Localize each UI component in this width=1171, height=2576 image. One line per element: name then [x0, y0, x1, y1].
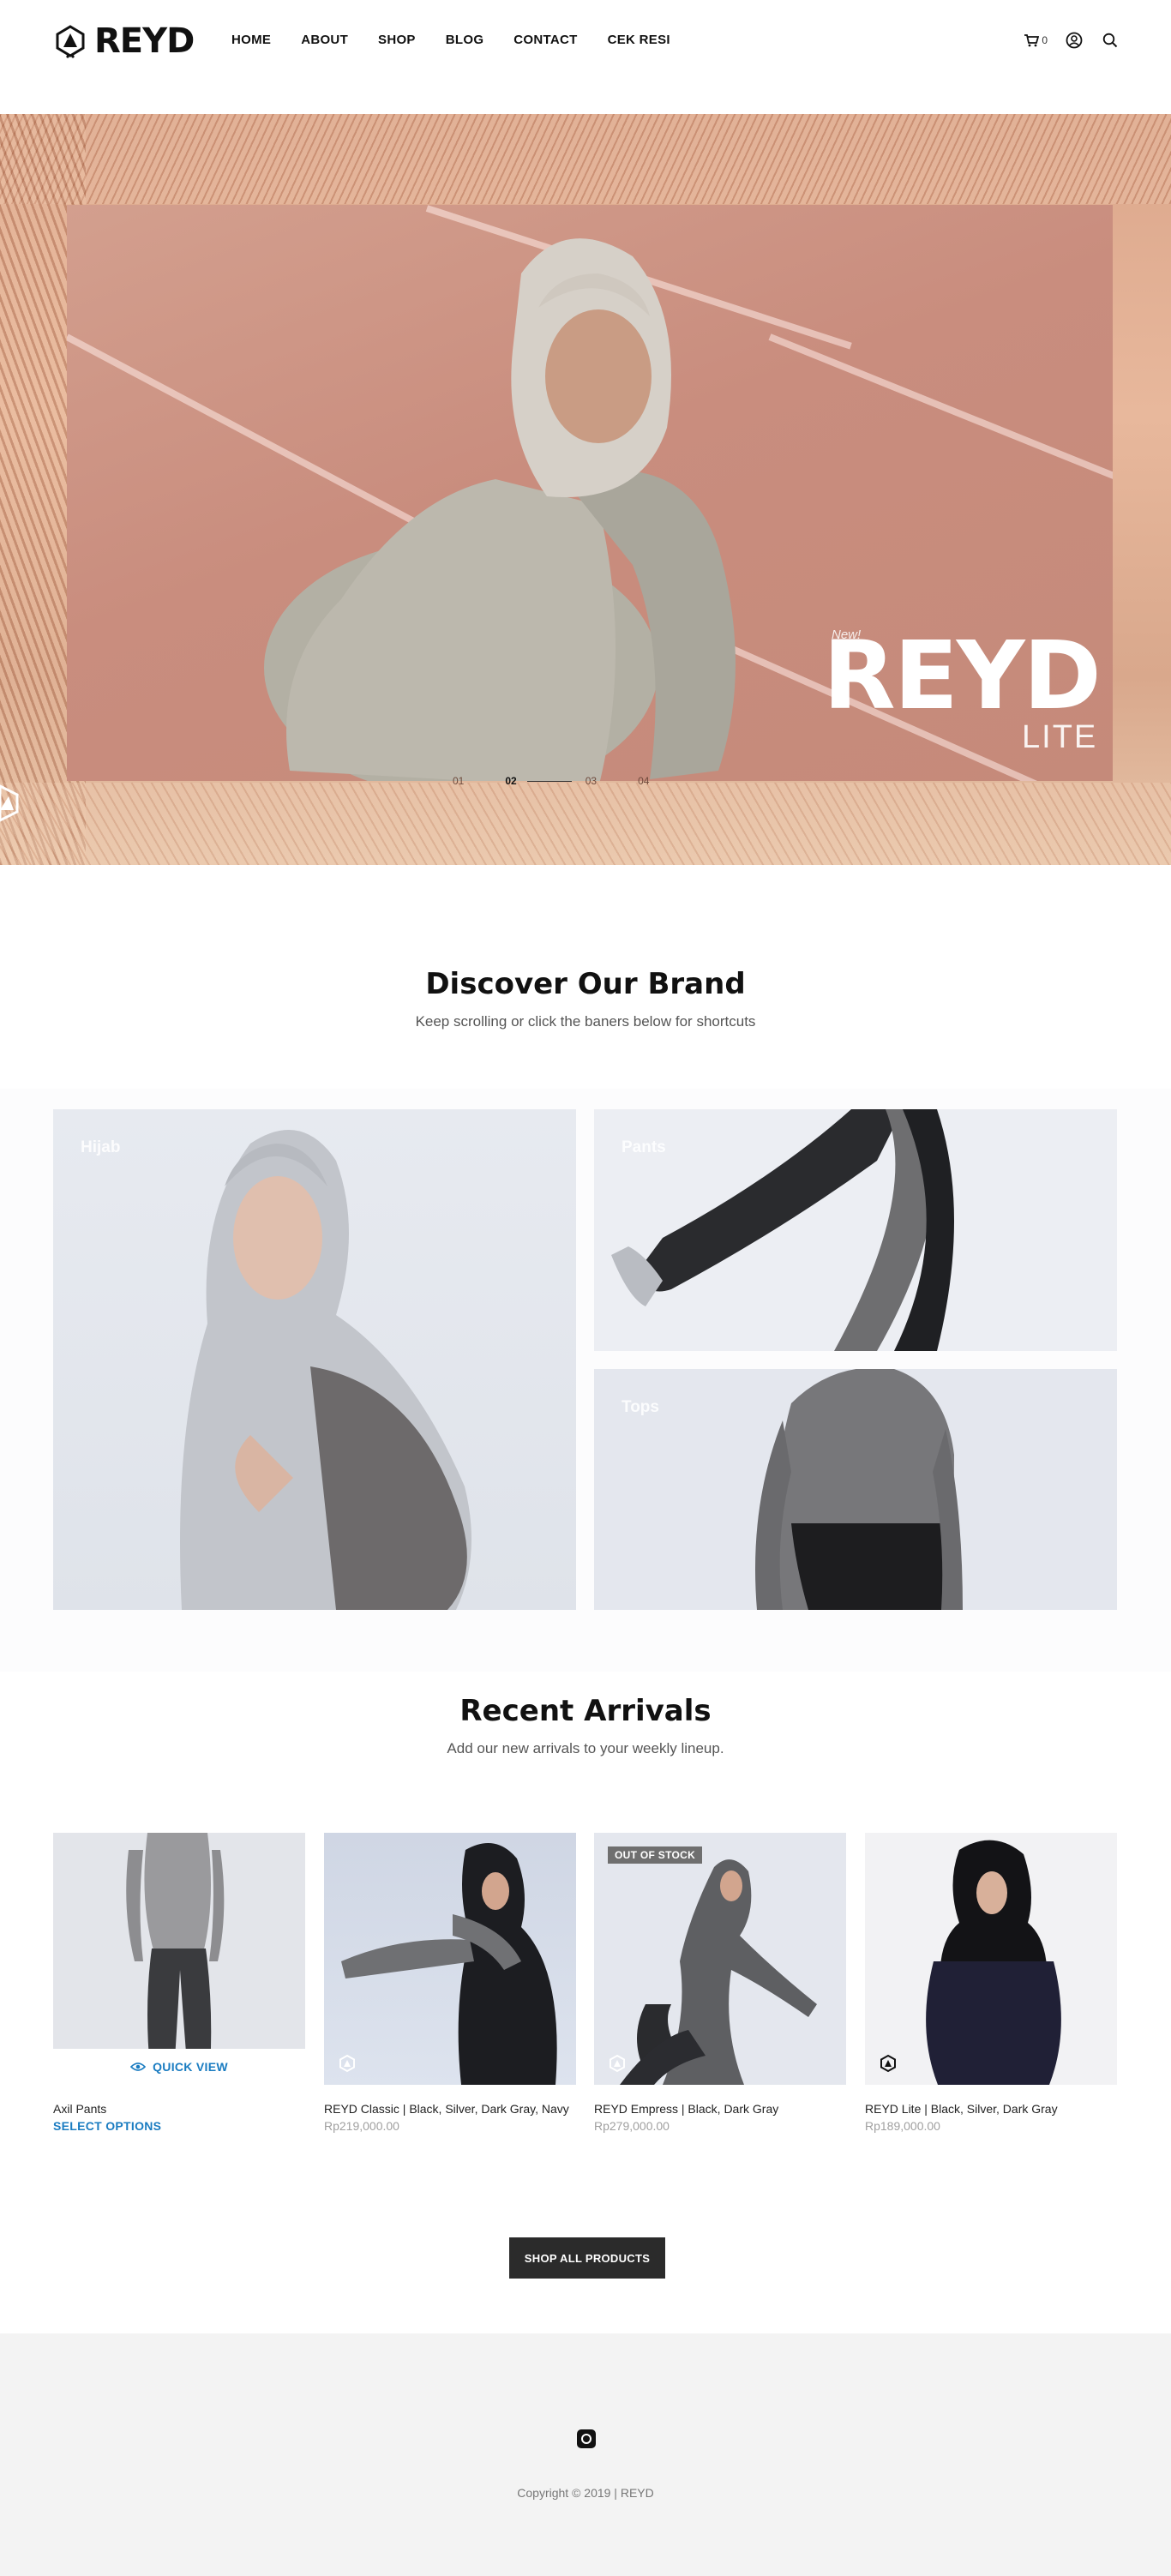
- copyright-text: Copyright © 2019 | REYD: [517, 2486, 654, 2500]
- hero-slider[interactable]: New! REYD LITE 01 02 03 04: [0, 114, 1171, 865]
- athlete-figure: [264, 238, 736, 781]
- nav-contact[interactable]: CONTACT: [513, 33, 577, 47]
- slide-dot-2[interactable]: 02: [505, 775, 516, 787]
- product-price: Rp279,000.00: [594, 2119, 670, 2133]
- product-image[interactable]: [324, 1833, 576, 2085]
- reyd-empress-image: [620, 1859, 817, 2085]
- eye-icon: [130, 2063, 147, 2071]
- nav-blog[interactable]: BLOG: [446, 33, 484, 47]
- product-image[interactable]: QUICK VIEW: [53, 1833, 305, 2085]
- category-tile-pants[interactable]: Pants: [594, 1109, 1117, 1351]
- product-card[interactable]: REYD Classic | Black, Silver, Dark Gray,…: [324, 1833, 576, 2135]
- discover-title: Discover Our Brand: [425, 967, 746, 1001]
- account-button[interactable]: [1065, 31, 1084, 50]
- slide-progress-line: [526, 780, 572, 782]
- slide-dot-4[interactable]: 04: [638, 775, 649, 787]
- tile-label-hijab: Hijab: [81, 1138, 121, 1156]
- tile-label-pants: Pants: [622, 1138, 666, 1156]
- hexagon-badge-icon: [0, 784, 19, 822]
- category-tile-tops[interactable]: Tops: [594, 1369, 1117, 1610]
- slider-pagination: 01 02 03 04: [453, 775, 690, 787]
- reyd-logo-icon: [56, 25, 85, 58]
- product-name[interactable]: Axil Pants: [53, 2100, 305, 2117]
- hero-line: LITE: [1022, 719, 1098, 755]
- site-logo[interactable]: REYD: [53, 21, 195, 61]
- reyd-lite-image: [926, 1840, 1061, 2085]
- cart-button[interactable]: 0: [1024, 31, 1048, 50]
- tops-model-image: [755, 1369, 963, 1610]
- account-icon: [1066, 32, 1083, 49]
- quick-view-button[interactable]: QUICK VIEW: [53, 2049, 305, 2085]
- slide-dot-1[interactable]: 01: [453, 775, 464, 787]
- quick-view-label: QUICK VIEW: [153, 2060, 228, 2074]
- tile-label-tops: Tops: [622, 1398, 659, 1416]
- product-card[interactable]: REYD Lite | Black, Silver, Dark Gray Rp1…: [865, 1833, 1117, 2135]
- search-icon: [1102, 33, 1118, 48]
- category-tile-hijab[interactable]: Hijab: [53, 1109, 576, 1610]
- hero-grass-decor: [0, 114, 1171, 204]
- product-price: Rp219,000.00: [324, 2119, 399, 2133]
- hijab-model-image: [180, 1130, 471, 1610]
- instagram-icon[interactable]: [577, 2429, 596, 2448]
- slide-dot-3[interactable]: 03: [586, 775, 597, 787]
- product-name[interactable]: REYD Classic | Black, Silver, Dark Gray,…: [324, 2100, 576, 2117]
- product-image[interactable]: OUT OF STOCK: [594, 1833, 846, 2085]
- nav-cek-resi[interactable]: CEK RESI: [608, 33, 670, 47]
- product-name[interactable]: REYD Empress | Black, Dark Gray: [594, 2100, 846, 2117]
- axil-pants-image: [126, 1833, 225, 2085]
- select-options-link[interactable]: SELECT OPTIONS: [53, 2117, 305, 2135]
- nav-home[interactable]: HOME: [231, 33, 271, 47]
- hero-grass-decor: [0, 783, 1171, 865]
- hexagon-badge-icon: [610, 2054, 625, 2073]
- cart-count: 0: [1042, 34, 1048, 46]
- search-button[interactable]: [1101, 31, 1120, 50]
- site-header: REYD HOME ABOUT SHOP BLOG CONTACT CEK RE…: [0, 0, 1171, 114]
- product-image[interactable]: [865, 1833, 1117, 2085]
- logo-text: REYD: [94, 21, 195, 61]
- product-name[interactable]: REYD Lite | Black, Silver, Dark Gray: [865, 2100, 1117, 2117]
- nav-shop[interactable]: SHOP: [378, 33, 416, 47]
- reyd-classic-image: [341, 1843, 557, 2085]
- pants-model-image: [611, 1109, 954, 1351]
- hero-brand: REYD: [823, 621, 1102, 730]
- site-footer: Copyright © 2019 | REYD: [0, 2333, 1171, 2576]
- nav-about[interactable]: ABOUT: [301, 33, 348, 47]
- arrivals-subtitle: Add our new arrivals to your weekly line…: [447, 1740, 724, 1756]
- product-price: Rp189,000.00: [865, 2119, 940, 2133]
- discover-subtitle: Keep scrolling or click the baners below…: [415, 1013, 756, 1030]
- shop-all-products-button[interactable]: SHOP ALL PRODUCTS: [509, 2237, 665, 2279]
- arrivals-title: Recent Arrivals: [459, 1694, 712, 1728]
- hexagon-badge-icon: [880, 2054, 896, 2073]
- product-card[interactable]: QUICK VIEW Axil Pants SELECT OPTIONS: [53, 1833, 305, 2135]
- hexagon-badge-icon: [339, 2054, 355, 2073]
- cart-icon: [1024, 34, 1040, 47]
- product-card[interactable]: OUT OF STOCK REYD Empress | Black, Dark …: [594, 1833, 846, 2135]
- header-icons: 0: [1006, 31, 1120, 50]
- main-nav: HOME ABOUT SHOP BLOG CONTACT CEK RESI: [231, 33, 700, 47]
- out-of-stock-badge: OUT OF STOCK: [608, 1846, 703, 1864]
